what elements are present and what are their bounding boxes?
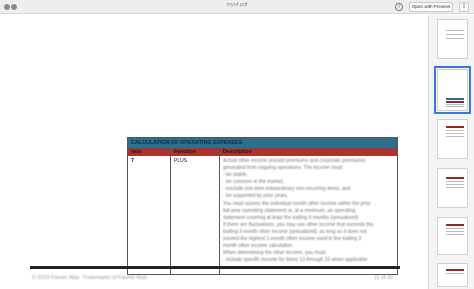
page-thumbnail[interactable] (437, 263, 468, 287)
page-number: 11 of 32 (374, 275, 394, 281)
header-description: Description (219, 148, 397, 156)
footer-copyright: © 2019 Fannie Mae. Trademarks of Fannie … (32, 275, 149, 281)
table-title: CALCULATION OF OPERATING EXPENSES (128, 138, 397, 148)
page-thumbnail[interactable] (437, 19, 468, 59)
cell-function: PLUS (170, 156, 219, 274)
cell-item: 7 (128, 156, 170, 274)
footer-divider (30, 266, 400, 269)
header-function: Function (170, 148, 219, 156)
function-value: PLUS (174, 158, 188, 164)
description-text: Actual other income (except premiums and… (223, 158, 374, 264)
page-thumbnail[interactable] (437, 217, 468, 255)
operating-expenses-table: CALCULATION OF OPERATING EXPENSES Item F… (127, 137, 398, 275)
table-row: 7 PLUS Actual other income (except premi… (128, 156, 397, 274)
share-icon[interactable]: ⇪ (459, 2, 469, 12)
cell-description: Actual other income (except premiums and… (219, 156, 397, 274)
table-header-row: Item Function Description (128, 148, 397, 156)
window-titlebar: myof.pdf i Open with Preview ⇪ (0, 0, 474, 14)
thumbnail-sidebar (428, 15, 474, 289)
page-thumbnail[interactable] (437, 168, 468, 208)
open-with-preview-button[interactable]: Open with Preview (409, 2, 453, 12)
page-thumbnail-selected[interactable] (434, 66, 471, 114)
page-thumbnail[interactable] (437, 119, 468, 159)
info-icon[interactable]: i (395, 3, 403, 11)
header-item: Item (131, 149, 142, 155)
item-number: 7 (131, 158, 134, 164)
